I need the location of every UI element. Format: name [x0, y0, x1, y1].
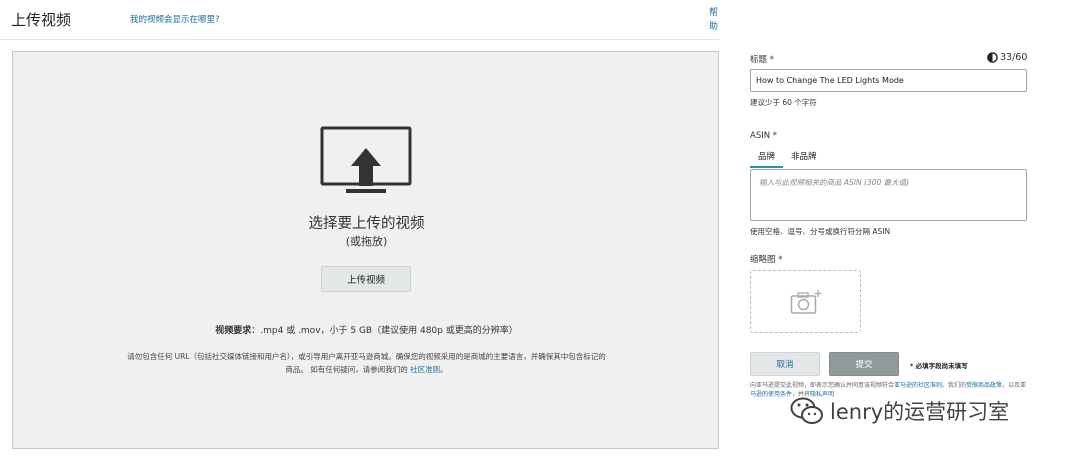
watermark-text: lenry的运营研习室	[830, 400, 1010, 424]
wechat-icon	[790, 397, 823, 424]
cancel-button[interactable]: 取消	[750, 352, 820, 376]
or-drag-text: (或拖放)	[345, 235, 388, 248]
upload-video-button[interactable]: 上传视频	[321, 266, 411, 292]
choose-video-title: 选择要上传的视频	[308, 216, 425, 232]
asin-input[interactable]: 输入与此视频相关的商品 ASIN (300 最大值)	[750, 169, 1027, 221]
title-counter-text: 33/60	[1000, 52, 1028, 63]
page-header: 上传视频 我的视频会显示在哪里?	[0, 0, 720, 40]
community-guidelines-link[interactable]: 社区准则	[410, 365, 440, 374]
watermark: lenry的运营研习室	[790, 396, 1009, 426]
asin-hint: 使用空格、逗号、分号或换行符分隔 ASIN	[750, 227, 891, 236]
asin-label: ASIN *	[750, 131, 778, 141]
thumbnail-label: 缩略图 *	[750, 255, 783, 265]
title-input[interactable]: How to Change The LED Lights Mode	[750, 69, 1027, 92]
legal-text-part: ，以及	[1002, 382, 1021, 389]
content-note: 请勿包含任何 URL（包括社交媒体链接和用户名），或引导用户离开亚马逊商城。确保…	[83, 350, 650, 376]
camera-add-icon	[790, 289, 821, 314]
required-fields-note: * 必填字段尚未填写	[910, 362, 968, 370]
upload-monitor-icon	[320, 126, 412, 193]
tab-brand[interactable]: 品牌	[750, 148, 784, 168]
restricted-products-link[interactable]: 受限商品政策	[966, 382, 1002, 389]
submit-button[interactable]: 提交	[829, 352, 899, 376]
title-hint: 建议少于 60 个字符	[750, 98, 817, 107]
asin-tabs: 品牌 非品牌	[750, 148, 825, 168]
thumbnail-upload[interactable]	[750, 270, 861, 333]
title-label: 标题 *	[750, 55, 774, 65]
legal-text-part: 向亚马逊提交此视频，即表示您确认并同意该视频符合	[750, 382, 895, 389]
note-suffix: 。	[440, 365, 448, 374]
video-requirements: 视频要求：.mp4 或 .mov，小于 5 GB（建议使用 480p 或更高的分…	[13, 323, 720, 336]
requirements-label: 视频要求	[215, 326, 252, 336]
tab-non-brand[interactable]: 非品牌	[783, 148, 825, 168]
community-guidelines-legal-link[interactable]: 亚马逊的社区准则	[894, 382, 942, 389]
legal-text-part: 。我们的	[942, 382, 967, 389]
progress-ring-icon	[987, 52, 998, 63]
help-link[interactable]: 帮助	[709, 6, 721, 34]
video-details-form: 标题 * 33/60 How to Change The LED Lights …	[749, 0, 1039, 461]
note-line-2: 商品。 如有任何疑问，请参阅我们的	[285, 365, 411, 374]
title-counter: 33/60	[987, 52, 1027, 63]
requirements-text: ：.mp4 或 .mov，小于 5 GB（建议使用 480p 或更高的分辨率）	[251, 326, 518, 336]
where-videos-appear-link[interactable]: 我的视频会显示在哪里?	[130, 13, 220, 25]
page-title: 上传视频	[11, 11, 72, 29]
note-line-1: 请勿包含任何 URL（包括社交媒体链接和用户名），或引导用户离开亚马逊商城。确保…	[127, 352, 606, 361]
video-dropzone[interactable]: 选择要上传的视频 (或拖放) 上传视频 视频要求：.mp4 或 .mov，小于 …	[12, 51, 719, 449]
